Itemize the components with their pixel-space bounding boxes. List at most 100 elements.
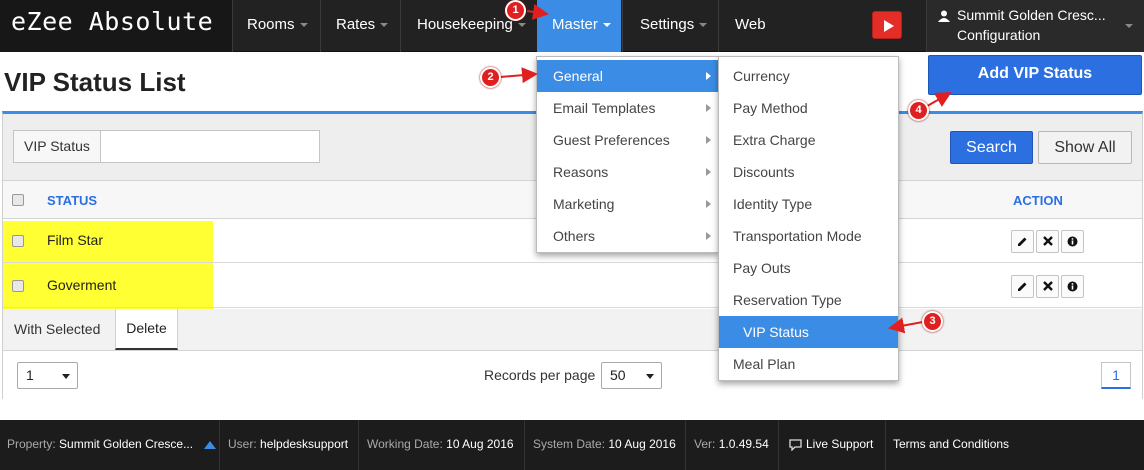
nav-web[interactable]: Web (718, 0, 860, 52)
user-section-name: Configuration (957, 27, 1041, 43)
page-number-1[interactable]: 1 (1101, 362, 1131, 389)
info-icon[interactable] (1061, 275, 1084, 298)
select-all-checkbox[interactable] (12, 194, 24, 206)
nav-settings[interactable]: Settings (622, 0, 718, 52)
nav-master-label: Master (552, 16, 598, 33)
nav-web-label: Web (735, 16, 766, 33)
user-property-name: Summit Golden Cresc... (957, 7, 1106, 23)
menu-item-label: Guest Preferences (553, 132, 670, 148)
records-per-page-label: Records per page (484, 367, 596, 383)
menu-item-guest-preferences[interactable]: Guest Preferences (537, 124, 718, 156)
chevron-right-icon (706, 200, 711, 208)
nav-rooms-label: Rooms (247, 16, 295, 33)
footer-version-label: Ver: (694, 437, 716, 451)
nav-housekeeping-label: Housekeeping (417, 16, 513, 33)
submenu-item-reservation-type[interactable]: Reservation Type (719, 284, 898, 316)
annotation-badge-1: 1 (505, 0, 526, 21)
nav-rates-label: Rates (336, 16, 376, 33)
general-submenu: Currency Pay Method Extra Charge Discoun… (718, 56, 899, 381)
annotation-arrow-2 (499, 67, 538, 84)
menu-item-label: Others (553, 228, 596, 244)
menu-item-label: Email Templates (553, 100, 656, 116)
menu-item-marketing[interactable]: Marketing (537, 188, 718, 220)
submenu-item-transportation-mode[interactable]: Transportation Mode (719, 220, 898, 252)
submenu-item-meal-plan[interactable]: Meal Plan (719, 348, 898, 380)
info-icon[interactable] (1061, 230, 1084, 253)
brand-logo[interactable]: eZee Absolute (0, 0, 232, 52)
nav-settings-label: Settings (640, 16, 695, 33)
delete-icon[interactable] (1036, 230, 1059, 253)
chevron-down-icon (699, 23, 708, 28)
column-action: ACTION (1013, 193, 1063, 208)
submenu-item-discounts[interactable]: Discounts (719, 156, 898, 188)
footer-system-date-value: 10 Aug 2016 (608, 437, 676, 451)
vip-status-filter-input[interactable] (100, 130, 320, 163)
submenu-item-extra-charge[interactable]: Extra Charge (719, 124, 898, 156)
submenu-item-currency[interactable]: Currency (719, 60, 898, 92)
menu-item-general[interactable]: General (537, 60, 718, 92)
footer-working-date-value: 10 Aug 2016 (446, 437, 514, 451)
triangle-up-icon[interactable] (204, 440, 217, 449)
row-status-text: Goverment (47, 277, 117, 293)
menu-item-label: Marketing (553, 196, 615, 212)
menu-item-email-templates[interactable]: Email Templates (537, 92, 718, 124)
footer-system-date: System Date: 10 Aug 2016 (526, 420, 686, 470)
youtube-icon[interactable] (872, 11, 902, 39)
footer-live-support[interactable]: Live Support (780, 420, 886, 470)
with-selected-label: With Selected (14, 321, 101, 337)
submenu-item-pay-method[interactable]: Pay Method (719, 92, 898, 124)
column-status: STATUS (47, 193, 98, 208)
row-actions (1011, 275, 1086, 298)
footer-terms-link[interactable]: Terms and Conditions (886, 420, 1016, 470)
nav-master[interactable]: Master (537, 0, 621, 52)
submenu-item-vip-status[interactable]: VIP Status (719, 316, 898, 348)
page-select-value: 1 (26, 367, 34, 383)
user-menu[interactable]: Summit Golden Cresc... Configuration (926, 0, 1144, 52)
delete-selected-button[interactable]: Delete (115, 309, 178, 350)
chevron-right-icon (706, 232, 711, 240)
row-checkbox[interactable] (12, 280, 24, 292)
menu-item-reasons[interactable]: Reasons (537, 156, 718, 188)
chevron-down-icon (380, 23, 389, 28)
menu-item-label: General (553, 68, 603, 84)
chevron-down-icon (602, 23, 611, 28)
edit-icon[interactable] (1011, 275, 1034, 298)
bulk-action-bar: With Selected Delete (3, 309, 1142, 351)
footer-system-date-label: System Date: (533, 437, 606, 451)
chevron-right-icon (706, 136, 711, 144)
chevron-down-icon (299, 23, 308, 28)
annotation-badge-4: 4 (908, 100, 929, 121)
row-actions (1011, 230, 1086, 253)
nav-rooms[interactable]: Rooms (232, 0, 320, 52)
chevron-right-icon (706, 168, 711, 176)
delete-icon[interactable] (1036, 275, 1059, 298)
footer-live-support-label: Live Support (806, 437, 874, 451)
annotation-badge-3: 3 (922, 311, 943, 332)
menu-item-others[interactable]: Others (537, 220, 718, 252)
footer-user-value: helpdesksupport (260, 437, 349, 451)
add-vip-status-button[interactable]: Add VIP Status (928, 55, 1142, 95)
footer-version-value: 1.0.49.54 (718, 437, 769, 451)
footer-working-date-label: Working Date: (367, 437, 443, 451)
row-checkbox[interactable] (12, 235, 24, 247)
footer-property[interactable]: Property: Summit Golden Cresce... (0, 420, 220, 470)
footer-property-label: Property: (7, 437, 56, 451)
nav-rates[interactable]: Rates (320, 0, 400, 52)
submenu-item-pay-outs[interactable]: Pay Outs (719, 252, 898, 284)
chevron-right-icon (706, 72, 711, 80)
search-button[interactable]: Search (950, 131, 1033, 164)
page-select[interactable]: 1 (17, 362, 78, 389)
edit-icon[interactable] (1011, 230, 1034, 253)
show-all-button[interactable]: Show All (1038, 131, 1132, 164)
top-nav-bar: eZee Absolute Rooms Rates Housekeeping M… (0, 0, 1144, 52)
dropdown-arrow-icon (62, 374, 70, 379)
chat-icon (789, 439, 802, 452)
row-status-text: Film Star (47, 232, 103, 248)
footer-working-date: Working Date: 10 Aug 2016 (360, 420, 525, 470)
dropdown-arrow-icon (646, 374, 654, 379)
footer-terms-label: Terms and Conditions (893, 437, 1010, 451)
pagination-bar: 1 Records per page 50 1 (3, 351, 1142, 399)
table-row: Goverment (3, 264, 1142, 308)
submenu-item-identity-type[interactable]: Identity Type (719, 188, 898, 220)
records-per-page-select[interactable]: 50 (601, 362, 662, 389)
